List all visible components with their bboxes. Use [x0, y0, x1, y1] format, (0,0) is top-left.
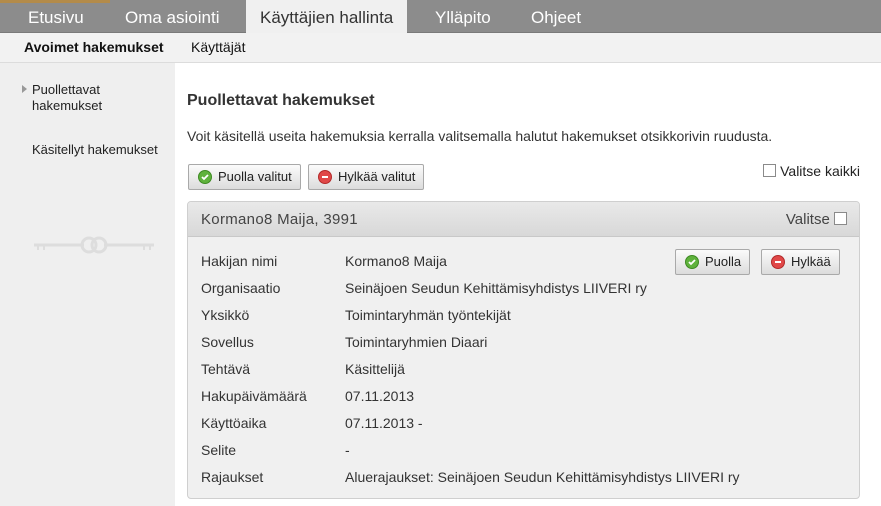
button-label: Hylkää valitut	[338, 169, 416, 184]
field-value: Aluerajaukset: Seinäjoen Seudun Kehittäm…	[345, 469, 740, 485]
field-label: Hakijan nimi	[201, 253, 278, 269]
field-value: Kormano8 Maija	[345, 253, 447, 269]
field-value: Toimintaryhmän työntekijät	[345, 307, 511, 323]
field-label: Hakupäivämäärä	[201, 388, 307, 404]
select-label: Valitse	[785, 211, 830, 228]
application-card-header: Kormano8 Maija, 3991 Valitse	[188, 202, 859, 237]
check-icon	[685, 255, 699, 269]
subnav-avoimet-hakemukset[interactable]: Avoimet hakemukset	[24, 33, 164, 61]
top-navigation: Etusivu Oma asiointi Käyttäjien hallinta…	[0, 0, 881, 34]
tab-ohjeet[interactable]: Ohjeet	[517, 0, 595, 33]
application-card: Kormano8 Maija, 3991 Valitse Puolla Hylk…	[187, 201, 860, 499]
button-label: Puolla valitut	[218, 169, 292, 184]
approve-button[interactable]: Puolla	[675, 249, 751, 275]
field-label: Organisaatio	[201, 280, 281, 296]
field-value: Käsittelijä	[345, 361, 405, 377]
reject-selected-button[interactable]: Hylkää valitut	[308, 164, 425, 190]
page-title: Puollettavat hakemukset	[187, 92, 375, 109]
reject-button[interactable]: Hylkää	[761, 249, 840, 275]
field-value: Toimintaryhmien Diaari	[345, 334, 488, 350]
field-label: Selite	[201, 442, 237, 458]
keys-decoration-icon	[34, 236, 154, 254]
sidebar-item-kasitellyt[interactable]: Käsitellyt hakemukset	[32, 142, 158, 158]
tab-kayttajien-hallinta[interactable]: Käyttäjien hallinta	[246, 0, 408, 34]
application-title: Kormano8 Maija, 3991	[201, 211, 358, 228]
sidebar-item-label: hakemukset	[32, 98, 103, 113]
check-icon	[198, 170, 212, 184]
tab-oma-asiointi[interactable]: Oma asiointi	[111, 0, 233, 33]
main-content: Puollettavat hakemukset Voit käsitellä u…	[175, 63, 881, 506]
select-application-checkbox[interactable]	[834, 212, 847, 225]
approve-selected-button[interactable]: Puolla valitut	[188, 164, 301, 190]
minus-icon	[771, 255, 785, 269]
field-label: Käyttöaika	[201, 415, 267, 431]
arrow-right-icon	[22, 85, 27, 93]
field-value: 07.11.2013	[345, 388, 415, 404]
button-label: Puolla	[705, 254, 742, 269]
intro-text: Voit käsitellä useita hakemuksia kerrall…	[187, 128, 773, 144]
tab-etusivu[interactable]: Etusivu	[14, 0, 98, 33]
select-application-control[interactable]: Valitse	[786, 211, 847, 228]
field-label: Sovellus	[201, 334, 254, 350]
subnav-kayttajat[interactable]: Käyttäjät	[191, 33, 245, 61]
sub-navigation: Avoimet hakemukset Käyttäjät	[0, 33, 881, 63]
select-all-label: Valitse kaikki	[780, 163, 860, 179]
field-label: Rajaukset	[201, 469, 264, 485]
minus-icon	[318, 170, 332, 184]
field-label: Tehtävä	[201, 361, 251, 377]
sidebar-item-puollettavat[interactable]: Puollettavat hakemukset	[32, 82, 102, 114]
field-value: 07.11.2013 -	[345, 415, 423, 431]
sidebar-item-label: Puollettavat	[32, 82, 100, 97]
field-value: Seinäjoen Seudun Kehittämisyhdistys LIIV…	[345, 280, 647, 296]
button-label: Hylkää	[791, 254, 831, 269]
select-all-control[interactable]: Valitse kaikki	[763, 163, 860, 179]
select-all-checkbox[interactable]	[763, 164, 777, 177]
sidebar: Puollettavat hakemukset Käsitellyt hakem…	[0, 63, 175, 506]
tab-yllapito[interactable]: Ylläpito	[421, 0, 505, 33]
field-value: -	[345, 442, 350, 458]
field-label: Yksikkö	[201, 307, 250, 323]
